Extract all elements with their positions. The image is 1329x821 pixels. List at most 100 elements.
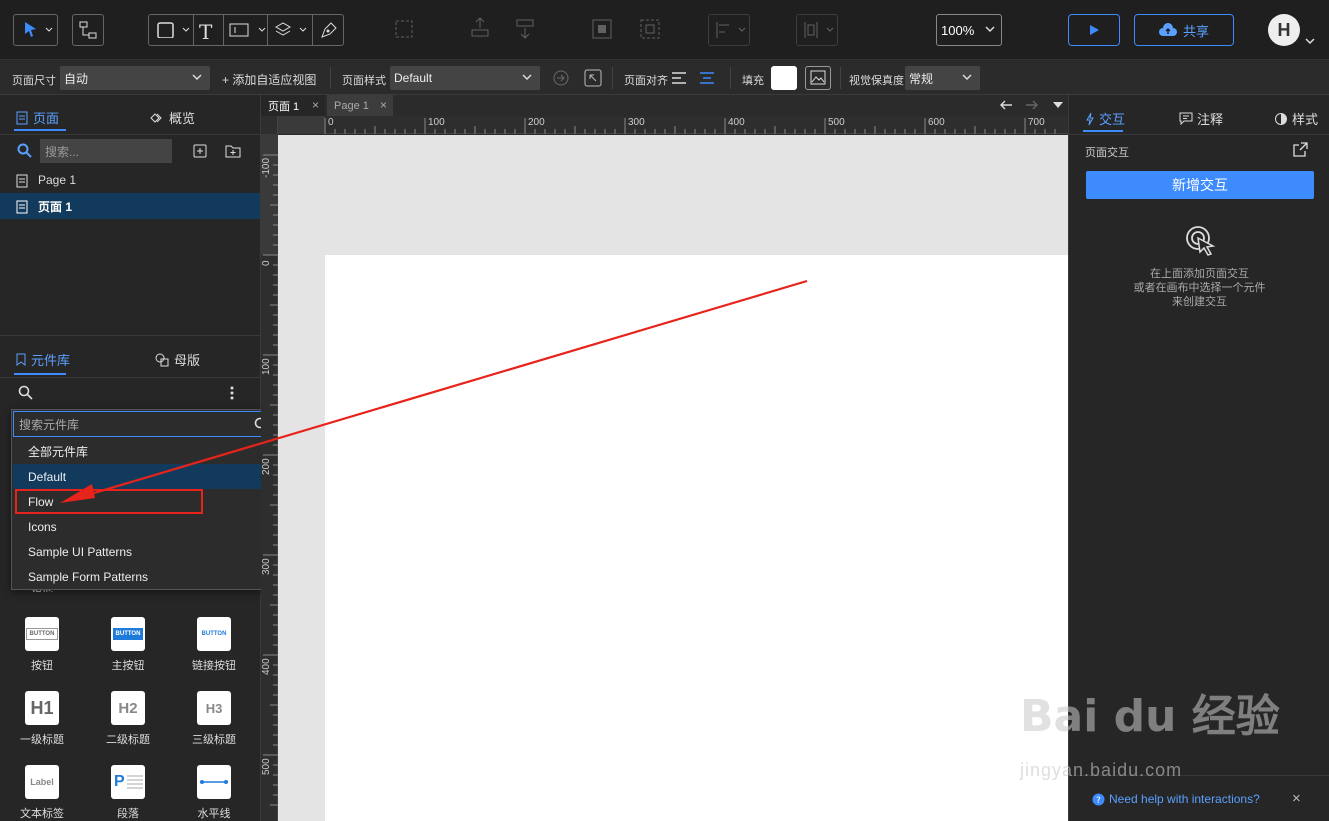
more-vertical-icon[interactable] [228, 385, 236, 401]
ungroup-icon[interactable] [638, 17, 662, 44]
component-label-text[interactable]: Label 文本标签 [2, 765, 82, 821]
svg-text:?: ? [1096, 796, 1101, 806]
page-size-value: 自动 [64, 71, 89, 86]
close-icon[interactable]: × [380, 98, 387, 112]
share-button[interactable]: 共享 [1134, 14, 1234, 46]
component-button[interactable]: BUTTON 按钮 [2, 617, 82, 673]
component-horizontal-line[interactable]: 水平线 [174, 765, 254, 821]
connector-tool-button[interactable] [72, 14, 104, 46]
page-properties-bar: 页面尺寸 自动 + 添加自适应视图 页面样式 Default 页面对齐 填充 视… [0, 61, 1329, 95]
close-icon[interactable]: × [312, 98, 319, 112]
library-option-selected[interactable]: Default [13, 464, 276, 489]
add-page-icon[interactable] [193, 144, 207, 158]
button-component-icon: BUTTON [25, 617, 59, 651]
page-item[interactable]: Page 1 [0, 167, 260, 193]
ruler-tick-label: 0 [328, 117, 334, 128]
group-icon[interactable] [393, 18, 415, 43]
arrow-right-icon[interactable] [1025, 99, 1039, 111]
library-search-icon[interactable] [18, 385, 34, 401]
ruler-tick-label: 200 [261, 458, 272, 475]
tab-notes[interactable]: 注释 [1179, 109, 1223, 128]
library-option[interactable]: Sample Form Patterns [13, 564, 276, 589]
page-align-label: 页面对齐 [624, 75, 668, 87]
tab-notes-label: 注释 [1197, 112, 1224, 127]
select-tool-button[interactable] [13, 14, 58, 46]
library-option[interactable]: Icons [13, 514, 276, 539]
external-link-icon[interactable] [1293, 142, 1308, 157]
page-size-label: 页面尺寸 [12, 75, 56, 87]
bring-forward-icon[interactable] [468, 16, 492, 43]
style-manage-icon[interactable] [584, 69, 602, 87]
layers-tool-icon[interactable] [274, 21, 310, 39]
hint-line: 来创建交互 [1172, 296, 1227, 308]
tab-style[interactable]: 样式 [1274, 109, 1318, 128]
component-label: 链接按钮 [192, 660, 236, 672]
ruler-tick-label: 500 [261, 758, 272, 775]
add-folder-icon[interactable] [225, 144, 241, 158]
caret-down-icon[interactable] [1053, 101, 1063, 109]
active-tab-underline [1083, 130, 1123, 132]
tab-page-active[interactable]: 页面 1 × [261, 95, 325, 116]
distribute-button[interactable] [796, 14, 838, 46]
component-link-button[interactable]: BUTTON 链接按钮 [174, 617, 254, 673]
rectangle-tool-icon[interactable] [157, 22, 191, 38]
primary-button-component-icon: BUTTON [111, 617, 145, 651]
add-interaction-button[interactable]: 新增交互 [1086, 171, 1314, 199]
chevron-down-icon [985, 26, 995, 33]
account-chevron-icon[interactable] [1305, 37, 1315, 45]
component-paragraph[interactable]: P 段落 [88, 765, 168, 821]
close-icon[interactable]: × [1292, 790, 1301, 807]
tab-page[interactable]: Page 1 × [327, 95, 393, 116]
component-h3[interactable]: H3 三级标题 [174, 691, 254, 747]
preview-button[interactable] [1068, 14, 1120, 46]
library-search-input[interactable]: 搜索元件库 [13, 411, 276, 437]
avatar[interactable]: H [1268, 14, 1300, 46]
fill-image-button[interactable] [805, 66, 831, 90]
pointer-icon [24, 22, 52, 37]
style-apply-icon[interactable] [552, 69, 570, 87]
page-search-input[interactable]: 搜索... [40, 139, 172, 163]
h3-component-icon: H3 [197, 691, 231, 725]
tab-masters[interactable]: 母版 [155, 350, 200, 369]
fidelity-select[interactable]: 常规 [905, 66, 980, 90]
section-title: 页面交互 [1085, 147, 1129, 159]
component-h2[interactable]: H2 二级标题 [88, 691, 168, 747]
page-item-active[interactable]: 页面 1 [0, 193, 260, 219]
send-backward-icon[interactable] [513, 16, 537, 43]
h2-component-icon: H2 [111, 691, 145, 725]
library-option[interactable]: Sample UI Patterns [13, 539, 276, 564]
pen-tool-icon[interactable] [319, 20, 339, 40]
component-h1[interactable]: H1 一级标题 [2, 691, 82, 747]
page-artboard[interactable] [325, 255, 1068, 821]
help-link[interactable]: ? Need help with interactions? [1092, 792, 1260, 806]
tab-library[interactable]: 元件库 [16, 350, 70, 369]
text-tool-icon[interactable]: T [199, 20, 212, 44]
tab-pages[interactable]: 页面 [16, 108, 59, 127]
align-center-icon[interactable] [700, 72, 714, 84]
page-style-select[interactable]: Default [390, 66, 540, 90]
ruler-tick-label: 400 [728, 117, 745, 128]
arrow-left-icon[interactable] [999, 99, 1013, 111]
add-adaptive-view-link[interactable]: + 添加自适应视图 [222, 71, 316, 88]
input-tool-icon[interactable] [229, 22, 269, 38]
library-option[interactable]: 全部元件库 [13, 439, 276, 464]
zoom-select[interactable]: 100% [936, 14, 1002, 46]
page-icon [16, 111, 28, 124]
combine-icon[interactable] [590, 17, 614, 44]
masters-icon [155, 353, 169, 366]
tab-outline[interactable]: 概览 [150, 108, 195, 127]
avatar-letter: H [1277, 19, 1291, 40]
fill-color-swatch[interactable] [771, 66, 797, 90]
hint-line: 或者在画布中选择一个元件 [1133, 282, 1266, 294]
align-button[interactable] [708, 14, 750, 46]
component-primary-button[interactable]: BUTTON 主按钮 [88, 617, 168, 673]
shape-tools-group: T [148, 14, 344, 46]
tab-interactions[interactable]: 交互 [1085, 109, 1125, 128]
library-option-label: 全部元件库 [28, 445, 89, 459]
component-label: 文本标签 [20, 808, 64, 820]
search-icon[interactable] [17, 143, 33, 159]
align-left-icon[interactable] [672, 72, 686, 84]
ruler-tick-label: 300 [261, 558, 272, 575]
page-size-select[interactable]: 自动 [60, 66, 210, 90]
hint-line: 在上面添加页面交互 [1150, 268, 1249, 280]
